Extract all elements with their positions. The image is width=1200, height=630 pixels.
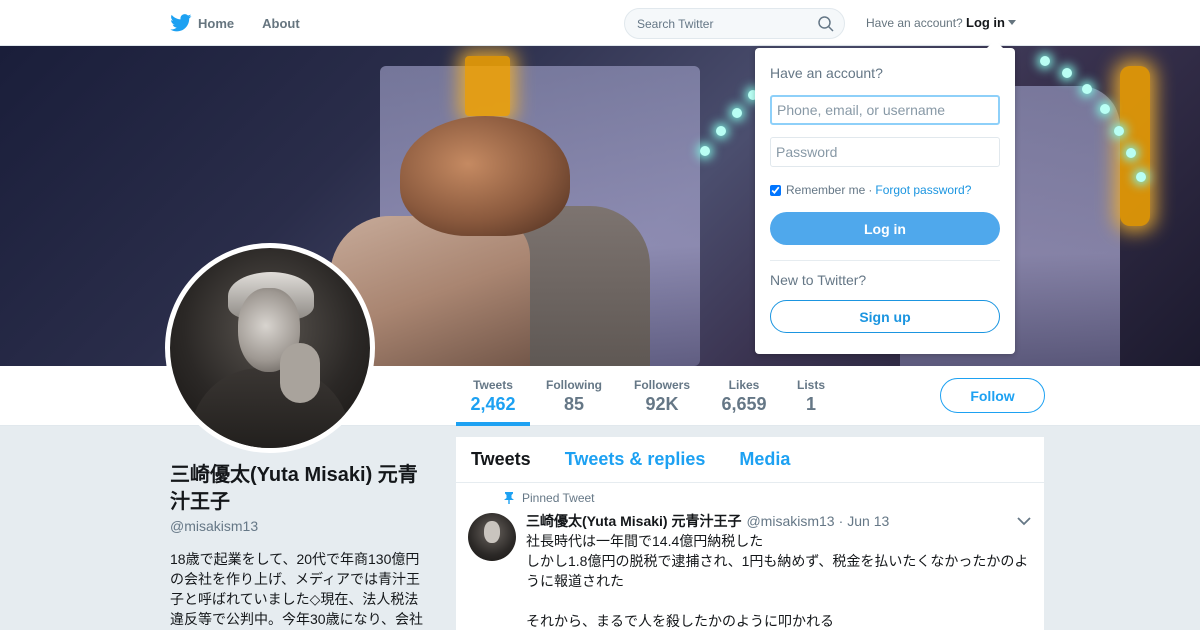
tweet-line: 社長時代は一年間で14.4億円納税した [526, 533, 764, 549]
profile-name[interactable]: 三崎優太(Yuta Misaki) 元青汁王子 [170, 462, 430, 516]
login-label: Log in [966, 15, 1005, 30]
stat-label: Lists [796, 378, 825, 392]
remember-label: Remember me [786, 183, 866, 197]
tweet-line [526, 591, 1034, 611]
search-input[interactable] [625, 9, 805, 38]
tweet-line: しかし1.8億円の脱税で逮捕され、1円も納めず、税金を払いたくなかったかのように… [526, 553, 1029, 589]
dropdown-arrow [987, 40, 1003, 48]
stat-value: 6,659 [721, 394, 767, 414]
stat-label: Likes [728, 378, 760, 392]
remember-row: Remember me · Forgot password? [770, 183, 971, 197]
home-nav-item[interactable]: Home [170, 14, 234, 32]
tweet-line: それから、まるで人を殺したかのように叩かれる [526, 613, 834, 629]
username-field[interactable] [770, 95, 1000, 125]
tweet-header: 三崎優太(Yuta Misaki) 元青汁王子 @misakism13 · Ju… [526, 511, 889, 531]
stat-lists[interactable]: Lists 1 [796, 378, 826, 415]
profile-bio: 18歳で起業をして、20代で年商130億円の会社を作り上げ、メディアでは青汁王子… [170, 551, 424, 627]
signup-button[interactable]: Sign up [770, 300, 1000, 333]
dropdown-divider [770, 260, 1000, 261]
twitter-bird-icon [170, 14, 192, 32]
remember-separator: · [868, 183, 873, 197]
login-dropdown: Have an account? Remember me · Forgot pa… [755, 40, 1015, 354]
stat-likes[interactable]: Likes 6,659 [721, 378, 767, 415]
caret-down-icon [1008, 20, 1016, 25]
tweet-author-name[interactable]: 三崎優太(Yuta Misaki) 元青汁王子 [526, 511, 741, 531]
tweet-avatar[interactable] [468, 513, 516, 561]
remember-me-checkbox[interactable] [770, 184, 781, 196]
password-field[interactable] [770, 137, 1000, 167]
top-nav-bar: Home About Have an account? Log in [0, 0, 1200, 46]
stat-value: 2,462 [470, 394, 516, 414]
stat-followers[interactable]: Followers 92K [633, 378, 691, 415]
active-stat-underline [456, 422, 530, 426]
follow-button[interactable]: Follow [940, 378, 1045, 413]
stat-following[interactable]: Following 85 [545, 378, 603, 415]
pin-icon [504, 492, 514, 504]
stat-label: Tweets [473, 378, 513, 392]
tab-media[interactable]: Media [739, 449, 790, 470]
profile-handle[interactable]: @misakism13 [170, 518, 258, 534]
home-label: Home [198, 15, 235, 31]
chevron-down-icon[interactable] [1017, 516, 1031, 526]
forgot-password-link[interactable]: Forgot password? [875, 183, 971, 197]
have-account-text: Have an account? [866, 16, 963, 30]
nav-left: Home About [170, 0, 328, 46]
profile-avatar[interactable] [165, 243, 375, 453]
pinned-indicator: Pinned Tweet [504, 491, 595, 505]
about-label: About [262, 15, 300, 31]
tweet-author-handle[interactable]: @misakism13 [746, 513, 834, 529]
timeline-tabs: Tweets Tweets & replies Media [456, 437, 1044, 483]
new-to-twitter-text: New to Twitter? [770, 272, 867, 288]
tab-tweets-replies[interactable]: Tweets & replies [565, 449, 706, 470]
tweet-date[interactable]: Jun 13 [847, 513, 889, 529]
about-nav-item[interactable]: About [262, 16, 300, 31]
stat-label: Followers [633, 378, 690, 392]
login-dropdown-toggle[interactable]: Log in [966, 15, 1016, 30]
stat-value: 85 [563, 394, 585, 414]
pinned-label: Pinned Tweet [522, 491, 595, 505]
search-icon[interactable] [818, 16, 834, 32]
timeline: Tweets Tweets & replies Media Pinned Twe… [456, 437, 1044, 630]
stat-label: Following [546, 378, 602, 392]
tweet-text: 社長時代は一年間で14.4億円納税した しかし1.8億円の脱税で逮捕され、1円も… [526, 531, 1034, 630]
stat-tweets[interactable]: Tweets 2,462 [470, 378, 516, 415]
tweet-separator: · [838, 513, 844, 529]
stat-value: 1 [805, 394, 816, 414]
login-button[interactable]: Log in [770, 212, 1000, 245]
login-dropdown-title: Have an account? [770, 65, 883, 81]
tab-tweets[interactable]: Tweets [471, 449, 531, 470]
search-box [624, 8, 845, 39]
stat-value: 92K [645, 394, 679, 414]
